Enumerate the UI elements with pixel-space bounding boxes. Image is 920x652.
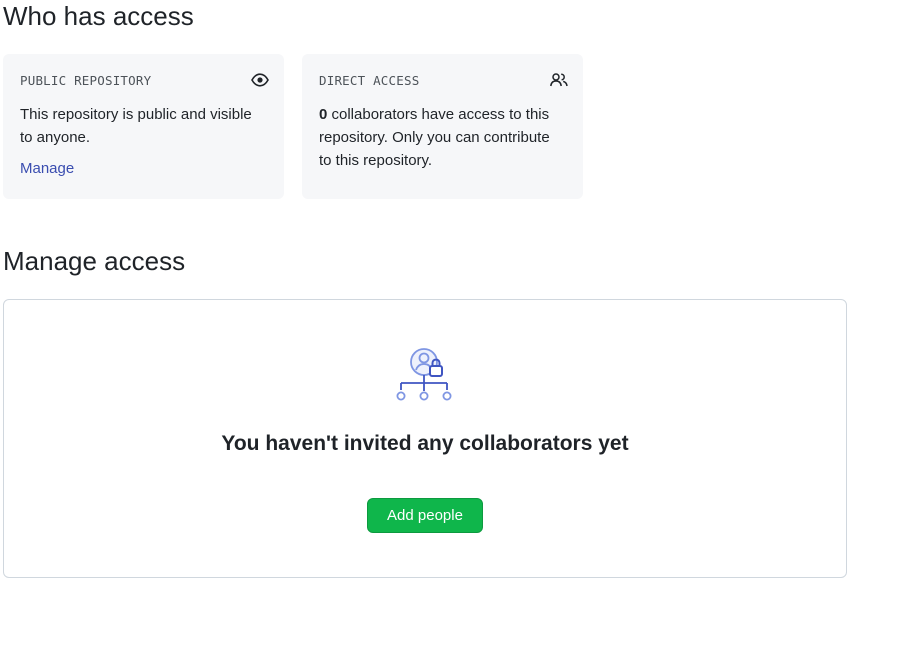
direct-access-description: 0 collaborators have access to this repo… [319, 103, 566, 172]
public-card-description: This repository is public and visible to… [20, 106, 252, 146]
people-icon [549, 72, 569, 88]
direct-access-card: DIRECT ACCESS 0 collaborators have acces… [302, 54, 583, 199]
settings-access-page: Who has access PUBLIC REPOSITORY This re… [0, 0, 920, 652]
card-header: DIRECT ACCESS [319, 72, 569, 88]
card-title: PUBLIC REPOSITORY [20, 72, 152, 88]
manage-access-heading: Manage access [3, 246, 186, 276]
direct-access-text: collaborators have access to this reposi… [319, 106, 550, 169]
add-people-button[interactable]: Add people [367, 498, 483, 533]
card-title: DIRECT ACCESS [319, 72, 420, 88]
who-has-access-heading: Who has access [3, 1, 194, 31]
manage-access-empty-state: You haven't invited any collaborators ye… [3, 299, 847, 578]
card-header: PUBLIC REPOSITORY [20, 72, 270, 88]
manage-link[interactable]: Manage [20, 160, 74, 177]
eye-icon [250, 72, 270, 88]
collaborators-lock-icon [396, 346, 454, 404]
empty-state-title: You haven't invited any collaborators ye… [221, 432, 629, 455]
public-repository-card: PUBLIC REPOSITORY This repository is pub… [3, 54, 284, 199]
